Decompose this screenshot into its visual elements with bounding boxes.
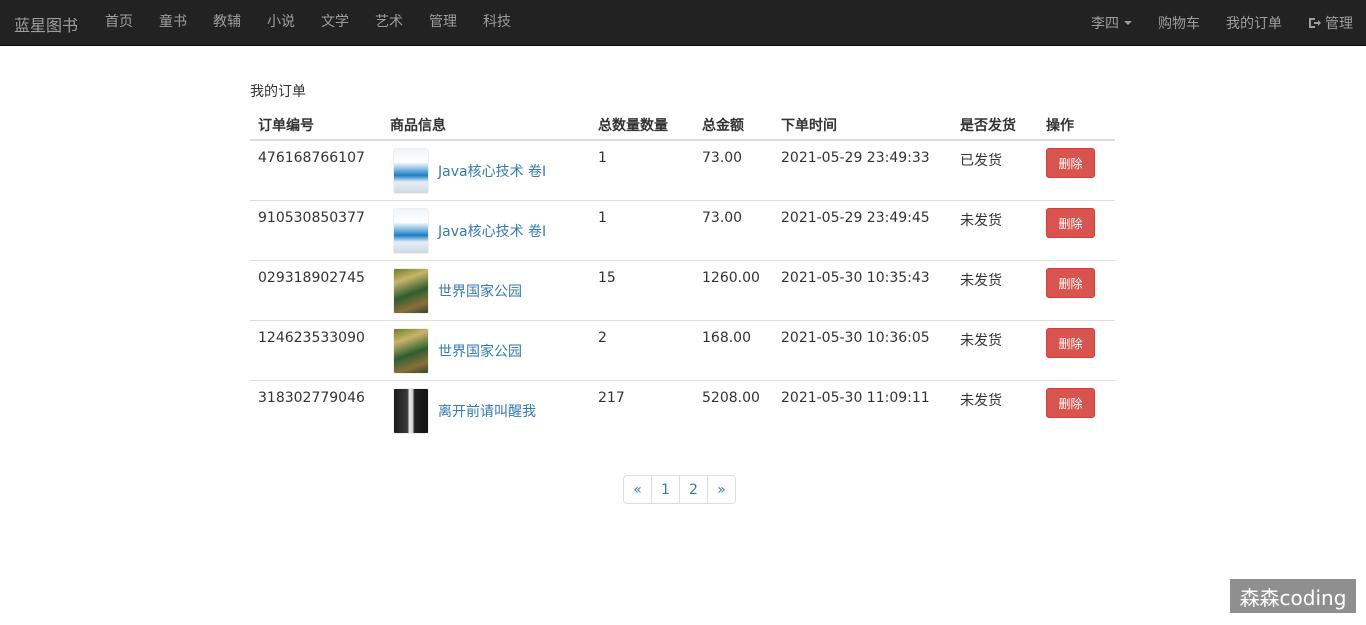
brand-logo[interactable]: 蓝星图书 [14, 12, 78, 36]
header-product: 商品信息 [382, 110, 590, 141]
order-quantity: 2 [598, 330, 607, 346]
shipping-status: 未发货 [960, 333, 1002, 349]
page-title: 我的订单 [250, 84, 306, 100]
order-quantity: 1 [598, 210, 607, 226]
orders-table: 订单编号 商品信息 总数量数量 总金额 下单时间 是否发货 操作 4761687… [250, 110, 1115, 440]
header-amount: 总金额 [694, 110, 773, 141]
table-row: 029318902745 世界国家公园 15 1260.00 2021-05-3… [250, 260, 1115, 321]
header-order-time: 下单时间 [773, 110, 952, 141]
product-link[interactable]: Java核心技术 卷I [438, 161, 546, 181]
product-info: 离开前请叫醒我 [390, 381, 582, 433]
book-cover-image[interactable] [394, 269, 428, 313]
order-amount: 73.00 [702, 210, 743, 226]
nav-item-novels[interactable]: 小说 [254, 0, 308, 45]
nav-item-technology[interactable]: 科技 [470, 0, 524, 45]
user-name: 李四 [1091, 15, 1119, 32]
nav-item-children-books[interactable]: 童书 [146, 0, 200, 45]
product-info: 世界国家公园 [390, 321, 582, 373]
header-quantity: 总数量数量 [590, 110, 694, 141]
order-number: 124623533090 [258, 330, 365, 346]
pagination: « 1 2 » [623, 475, 736, 504]
top-navbar: 蓝星图书 首页 童书 教辅 小说 文学 艺术 管理 科技 李四 购物车 我的订单… [0, 0, 1366, 46]
pagination-page-1[interactable]: 1 [651, 475, 680, 504]
shipping-status: 未发货 [960, 213, 1002, 229]
nav-item-literature[interactable]: 文学 [308, 0, 362, 45]
book-cover-image[interactable] [394, 209, 428, 253]
pagination-prev[interactable]: « [623, 475, 652, 504]
shipping-status: 未发货 [960, 273, 1002, 289]
order-amount: 73.00 [702, 150, 743, 166]
table-row: 318302779046 离开前请叫醒我 217 5208.00 2021-05… [250, 380, 1115, 440]
header-shipped: 是否发货 [952, 110, 1038, 141]
header-action: 操作 [1038, 110, 1115, 141]
nav-item-management[interactable]: 管理 [416, 0, 470, 45]
table-row: 910530850377 Java核心技术 卷I 1 73.00 2021-05… [250, 200, 1115, 261]
pagination-next[interactable]: » [707, 475, 736, 504]
order-number: 029318902745 [258, 270, 365, 286]
logout-icon [1309, 17, 1321, 28]
order-time: 2021-05-30 10:36:05 [781, 330, 930, 346]
admin-link[interactable]: 管理 [1295, 0, 1366, 45]
product-link[interactable]: 世界国家公园 [438, 341, 522, 361]
order-number: 476168766107 [258, 150, 365, 166]
product-link[interactable]: 离开前请叫醒我 [438, 401, 536, 421]
order-amount: 1260.00 [702, 270, 760, 286]
product-info: Java核心技术 卷I [390, 201, 582, 253]
product-link[interactable]: Java核心技术 卷I [438, 221, 546, 241]
user-menu-dropdown[interactable]: 李四 [1078, 0, 1145, 45]
order-time: 2021-05-30 11:09:11 [781, 390, 930, 406]
shipping-status: 未发货 [960, 393, 1002, 409]
product-link[interactable]: 世界国家公园 [438, 281, 522, 301]
caret-down-icon [1124, 20, 1132, 25]
book-cover-image[interactable] [394, 389, 428, 433]
watermark: 森森coding [1230, 579, 1356, 613]
cart-link[interactable]: 购物车 [1145, 0, 1213, 45]
order-amount: 168.00 [702, 330, 751, 346]
delete-button[interactable]: 删除 [1046, 208, 1095, 238]
book-cover-image[interactable] [394, 329, 428, 373]
order-amount: 5208.00 [702, 390, 760, 406]
order-quantity: 1 [598, 150, 607, 166]
header-order-no: 订单编号 [250, 110, 382, 141]
order-quantity: 217 [598, 390, 625, 406]
order-quantity: 15 [598, 270, 616, 286]
delete-button[interactable]: 删除 [1046, 388, 1095, 418]
delete-button[interactable]: 删除 [1046, 268, 1095, 298]
shipping-status: 已发货 [960, 153, 1002, 169]
product-info: Java核心技术 卷I [390, 141, 582, 193]
book-cover-image[interactable] [394, 149, 428, 193]
order-number: 318302779046 [258, 390, 365, 406]
nav-item-home[interactable]: 首页 [92, 0, 146, 45]
order-time: 2021-05-29 23:49:33 [781, 150, 930, 166]
order-number: 910530850377 [258, 210, 365, 226]
nav-item-art[interactable]: 艺术 [362, 0, 416, 45]
admin-label: 管理 [1325, 15, 1353, 32]
my-orders-link[interactable]: 我的订单 [1213, 0, 1295, 45]
main-nav: 首页 童书 教辅 小说 文学 艺术 管理 科技 [92, 0, 524, 45]
order-time: 2021-05-30 10:35:43 [781, 270, 930, 286]
order-time: 2021-05-29 23:49:45 [781, 210, 930, 226]
table-row: 476168766107 Java核心技术 卷I 1 73.00 2021-05… [250, 139, 1115, 201]
nav-item-education[interactable]: 教辅 [200, 0, 254, 45]
table-header-row: 订单编号 商品信息 总数量数量 总金额 下单时间 是否发货 操作 [250, 110, 1115, 141]
product-info: 世界国家公园 [390, 261, 582, 313]
delete-button[interactable]: 删除 [1046, 328, 1095, 358]
table-row: 124623533090 世界国家公园 2 168.00 2021-05-30 … [250, 320, 1115, 381]
pagination-page-2[interactable]: 2 [679, 475, 708, 504]
delete-button[interactable]: 删除 [1046, 148, 1095, 178]
user-nav: 李四 购物车 我的订单 管理 [1078, 0, 1366, 45]
